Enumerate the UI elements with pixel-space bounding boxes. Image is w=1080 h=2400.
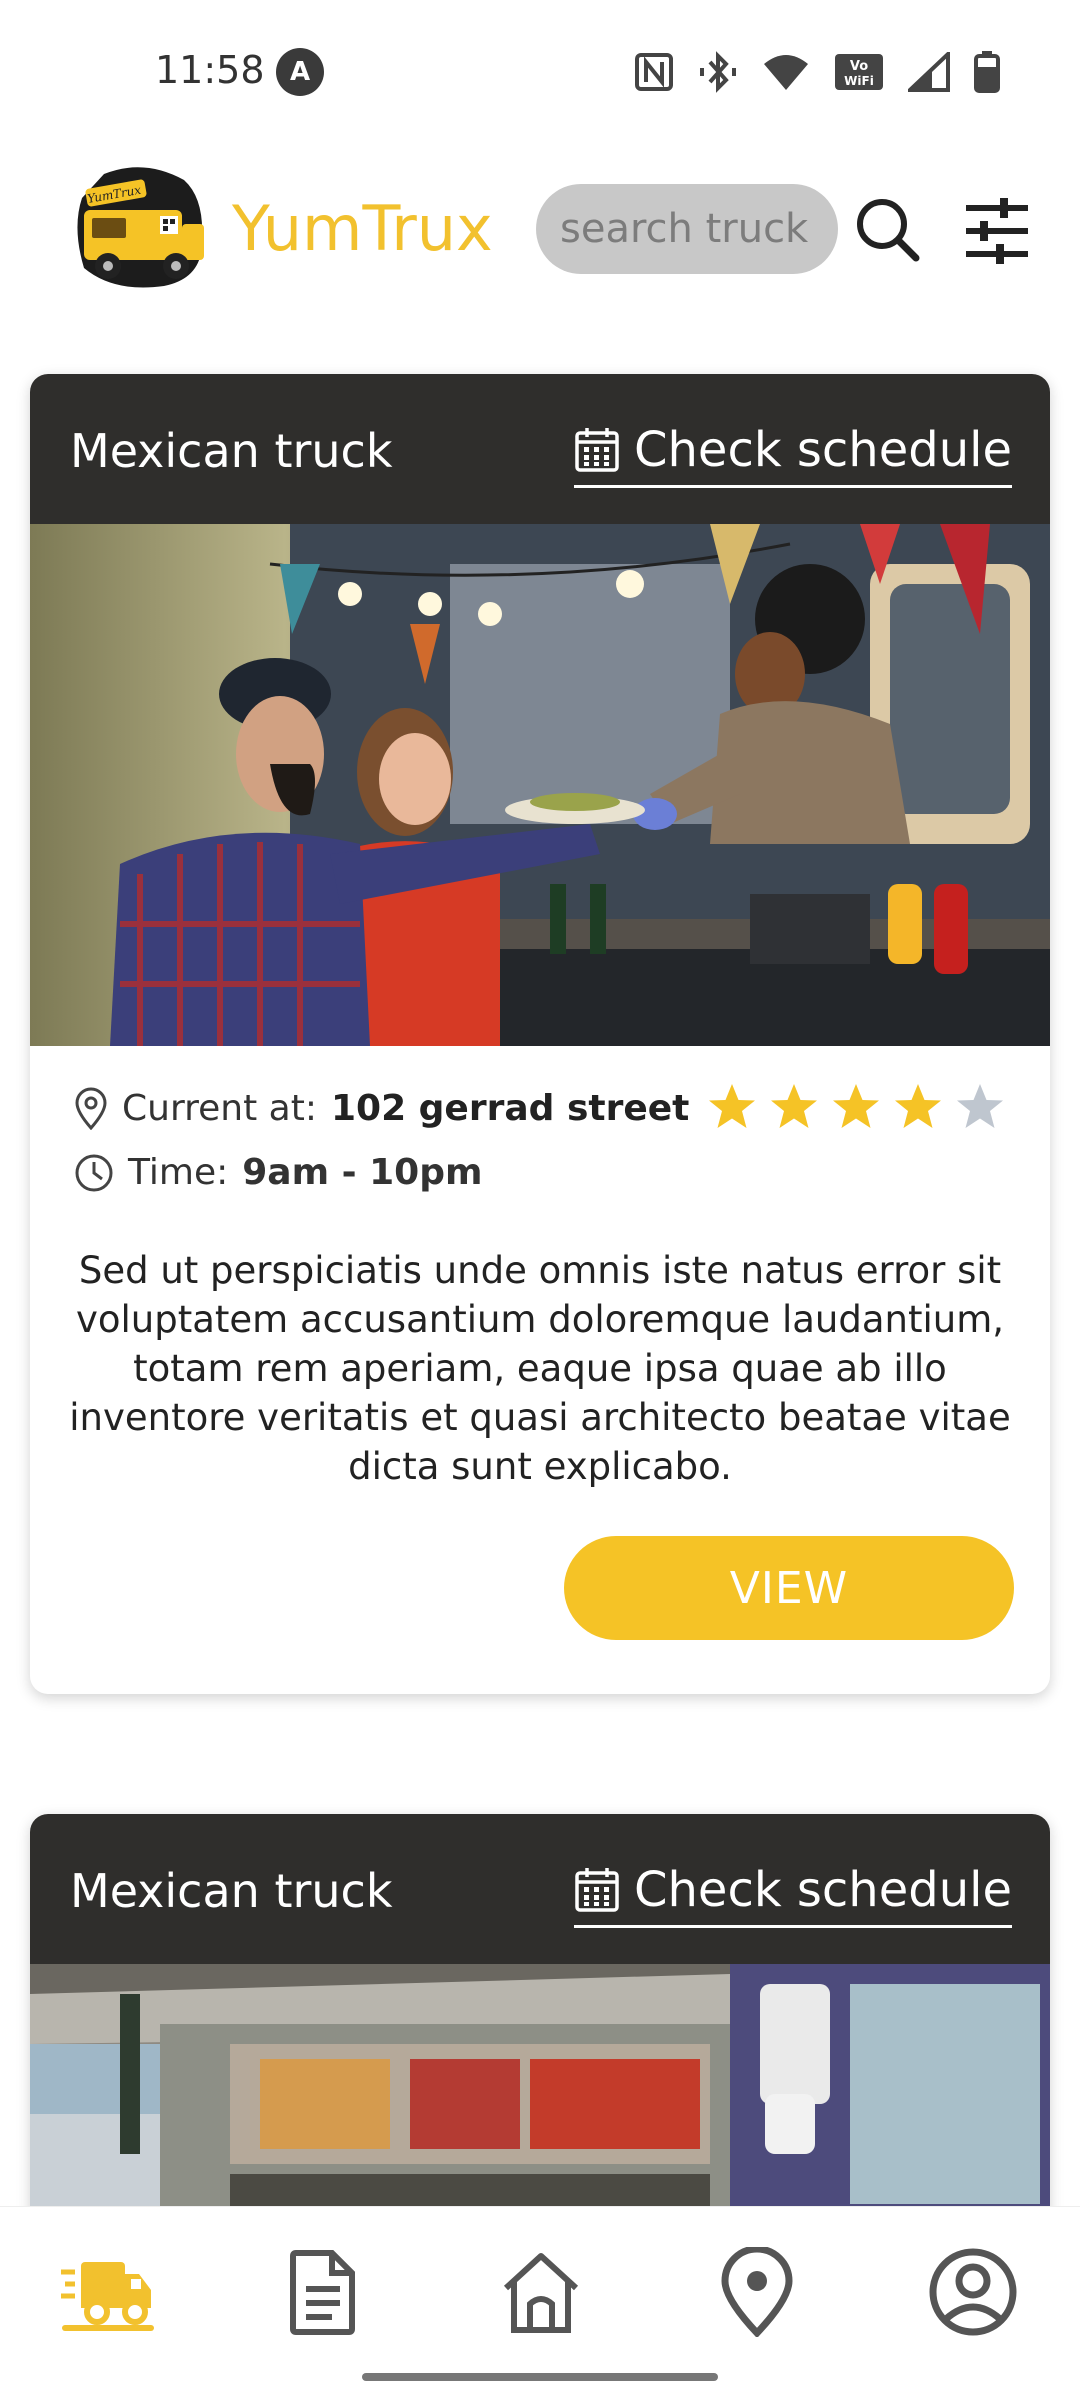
card-header: Mexican truck Check schedule bbox=[30, 374, 1050, 524]
status-app-badge-icon: A bbox=[276, 48, 324, 96]
nfc-icon bbox=[635, 53, 673, 91]
check-schedule-link[interactable]: Check schedule bbox=[573, 418, 1012, 488]
truck-description: Sed ut perspiciatis unde omnis iste natu… bbox=[69, 1249, 1011, 1488]
nav-locations[interactable] bbox=[702, 2237, 812, 2347]
status-bar: 11:58 A Vo WiFi bbox=[0, 0, 1080, 140]
search-icon bbox=[857, 199, 920, 262]
bottom-navigation bbox=[0, 2206, 1080, 2400]
star-icon bbox=[709, 1084, 755, 1128]
location-label: Current at: bbox=[122, 1087, 317, 1129]
account-icon bbox=[929, 2248, 1017, 2336]
svg-text:Vo: Vo bbox=[850, 59, 868, 74]
truck-icon bbox=[61, 2262, 151, 2325]
status-time: 11:58 bbox=[155, 48, 265, 92]
filter-button[interactable] bbox=[962, 198, 1032, 264]
battery-icon bbox=[974, 51, 1000, 93]
truck-card: Mexican truck Check schedule bbox=[30, 374, 1050, 1694]
star-icon bbox=[895, 1084, 941, 1128]
card-title: Mexican truck bbox=[70, 424, 393, 478]
view-button[interactable]: VIEW bbox=[564, 1536, 1014, 1640]
star-icon bbox=[957, 1084, 1003, 1128]
check-schedule-label: Check schedule bbox=[633, 1861, 1012, 1918]
star-icon bbox=[771, 1084, 817, 1128]
truck-photo bbox=[30, 524, 1050, 1046]
bluetooth-vibrate-icon bbox=[700, 51, 736, 93]
document-icon bbox=[290, 2250, 355, 2335]
time-label: Time: bbox=[128, 1152, 229, 1193]
location-row: Current at: 102 gerrad street bbox=[74, 1086, 689, 1130]
app-header: YumTrux YumTrux bbox=[0, 150, 1080, 310]
location-pin-icon bbox=[721, 2247, 793, 2337]
time-value: 9am - 10pm bbox=[242, 1152, 483, 1193]
calendar-icon bbox=[575, 1867, 619, 1912]
clock-icon bbox=[75, 1154, 113, 1191]
card-title: Mexican truck bbox=[70, 1864, 393, 1918]
status-icons: Vo WiFi bbox=[634, 48, 1000, 96]
check-schedule-label: Check schedule bbox=[633, 421, 1012, 478]
app-screen: 11:58 A Vo WiFi YumTrux YumTrux search t… bbox=[0, 0, 1080, 2400]
gesture-home-handle[interactable] bbox=[362, 2373, 718, 2381]
brand-name: YumTrux bbox=[232, 192, 493, 265]
search-input[interactable] bbox=[536, 184, 838, 274]
star-icon bbox=[833, 1084, 879, 1128]
home-icon bbox=[503, 2253, 579, 2333]
location-pin-outline-icon bbox=[75, 1087, 107, 1130]
cell-signal-icon bbox=[908, 52, 950, 92]
vowifi-icon: Vo WiFi bbox=[835, 54, 883, 90]
time-row: Time: 9am - 10pm bbox=[74, 1152, 482, 1193]
search-button[interactable] bbox=[852, 194, 924, 266]
nav-account[interactable] bbox=[918, 2237, 1028, 2347]
card-header: Mexican truck Check schedule bbox=[30, 1814, 1050, 1964]
card-body: Current at: 102 gerrad street Time: 9am … bbox=[30, 1046, 1050, 1694]
check-schedule-link[interactable]: Check schedule bbox=[573, 1858, 1012, 1928]
svg-text:WiFi: WiFi bbox=[844, 74, 874, 88]
nav-documents[interactable] bbox=[268, 2237, 378, 2347]
star-rating bbox=[706, 1082, 1006, 1132]
active-nav-indicator bbox=[62, 2325, 154, 2331]
calendar-icon bbox=[575, 427, 619, 472]
nav-home[interactable] bbox=[486, 2237, 596, 2347]
filter-sliders-icon bbox=[966, 198, 1028, 264]
wifi-icon bbox=[764, 55, 808, 90]
yumtrux-logo[interactable]: YumTrux bbox=[64, 158, 209, 298]
location-value: 102 gerrad street bbox=[330, 1087, 690, 1129]
